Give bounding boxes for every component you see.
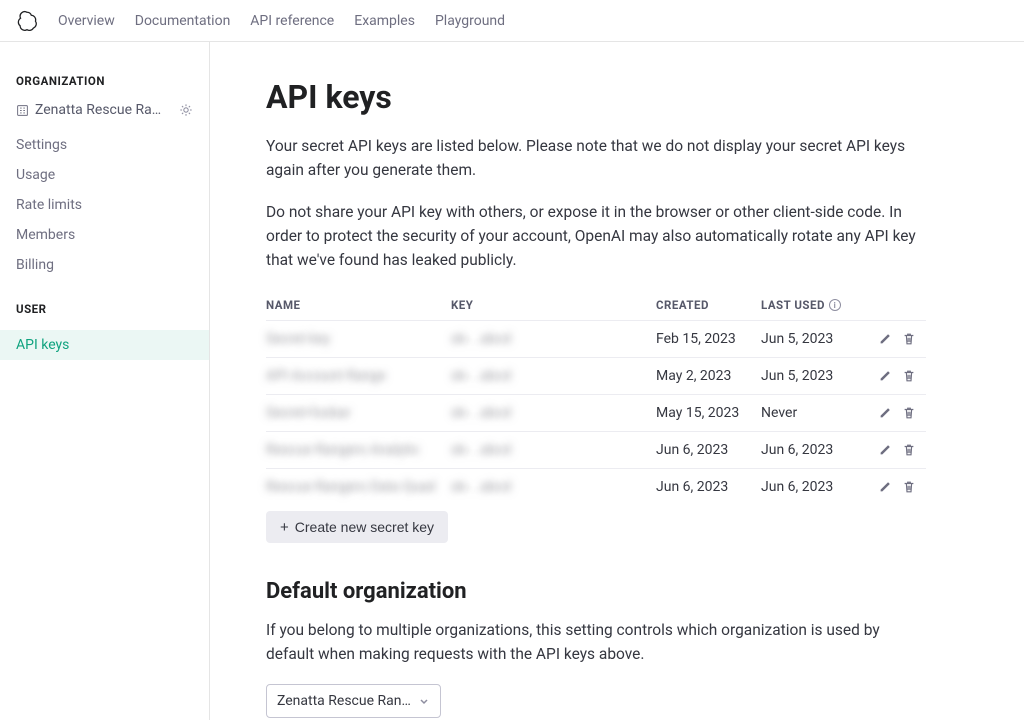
create-button-label: Create new secret key	[295, 519, 434, 535]
settings-gear-icon[interactable]	[179, 103, 193, 117]
last-used-date: Jun 6, 2023	[761, 469, 876, 506]
edit-icon[interactable]	[878, 480, 892, 494]
nav-playground[interactable]: Playground	[435, 13, 505, 29]
key-value: sk-...abcd	[451, 368, 511, 384]
th-key: KEY	[451, 290, 656, 321]
last-used-date: Jun 6, 2023	[761, 432, 876, 469]
table-row: Secret-foobar sk-...abcd May 15, 2023Never	[266, 395, 926, 432]
nav-examples[interactable]: Examples	[354, 13, 415, 29]
org-selector[interactable]: Zenatta Rescue Ran...	[0, 102, 209, 130]
sidebar: ORGANIZATION Zenatta Rescue Ran... Setti…	[0, 42, 210, 720]
sidebar-item-api-keys[interactable]: API keys	[0, 330, 209, 360]
table-row: Rescue Rangers Analytic sk-...abcd Jun 6, …	[266, 432, 926, 469]
created-date: Jun 6, 2023	[656, 469, 761, 506]
org-name: Zenatta Rescue Ran...	[35, 102, 167, 118]
info-icon[interactable]: i	[829, 299, 841, 311]
key-value: sk-...abcd	[451, 442, 511, 458]
delete-icon[interactable]	[902, 480, 916, 494]
chevron-down-icon	[418, 695, 430, 707]
table-row: Rescue Rangers Data Quad sk-...abcd Jun 6,…	[266, 469, 926, 506]
created-date: May 2, 2023	[656, 358, 761, 395]
sidebar-org-heading: ORGANIZATION	[0, 74, 209, 88]
sidebar-item-settings[interactable]: Settings	[0, 130, 209, 160]
th-name: NAME	[266, 290, 451, 321]
sidebar-item-billing[interactable]: Billing	[0, 250, 209, 280]
main-layout: ORGANIZATION Zenatta Rescue Ran... Setti…	[0, 42, 1024, 720]
key-value: sk-...abcd	[451, 479, 511, 495]
delete-icon[interactable]	[902, 332, 916, 346]
edit-icon[interactable]	[878, 369, 892, 383]
edit-icon[interactable]	[878, 406, 892, 420]
sidebar-item-members[interactable]: Members	[0, 220, 209, 250]
delete-icon[interactable]	[902, 369, 916, 383]
create-secret-key-button[interactable]: + Create new secret key	[266, 511, 448, 543]
key-value: sk-...abcd	[451, 405, 511, 421]
created-date: Feb 15, 2023	[656, 321, 761, 358]
key-name: Rescue Rangers Data Quad	[266, 479, 435, 495]
th-last-used: LAST USED i	[761, 290, 876, 321]
th-created: CREATED	[656, 290, 761, 321]
edit-icon[interactable]	[878, 443, 892, 457]
key-name: API Account Range	[266, 368, 386, 384]
main-content: API keys Your secret API keys are listed…	[210, 42, 1024, 720]
sidebar-user-heading: USER	[0, 302, 209, 316]
table-row: Secret key sk-...abcd Feb 15, 2023Jun 5, 2…	[266, 321, 926, 358]
nav-documentation[interactable]: Documentation	[135, 13, 231, 29]
openai-logo-icon	[16, 10, 38, 32]
delete-icon[interactable]	[902, 406, 916, 420]
last-used-date: Never	[761, 395, 876, 432]
created-date: Jun 6, 2023	[656, 432, 761, 469]
intro-paragraph-2: Do not share your API key with others, o…	[266, 200, 926, 272]
key-name: Secret key	[266, 331, 330, 347]
building-icon	[16, 104, 29, 117]
default-org-desc: If you belong to multiple organizations,…	[266, 618, 926, 666]
api-keys-table: NAME KEY CREATED LAST USED i Secret key s…	[266, 290, 926, 505]
key-value: sk-...abcd	[451, 331, 511, 347]
last-used-date: Jun 5, 2023	[761, 321, 876, 358]
last-used-date: Jun 5, 2023	[761, 358, 876, 395]
table-row: API Account Range sk-...abcd May 2, 2023Ju…	[266, 358, 926, 395]
page-title: API keys	[266, 78, 968, 116]
intro-paragraph-1: Your secret API keys are listed below. P…	[266, 134, 926, 182]
nav-api-reference[interactable]: API reference	[250, 13, 334, 29]
created-date: May 15, 2023	[656, 395, 761, 432]
plus-icon: +	[280, 520, 289, 535]
key-name: Rescue Rangers Analytic	[266, 442, 420, 458]
delete-icon[interactable]	[902, 443, 916, 457]
key-name: Secret-foobar	[266, 405, 351, 421]
edit-icon[interactable]	[878, 332, 892, 346]
sidebar-item-usage[interactable]: Usage	[0, 160, 209, 190]
top-nav: Overview Documentation API reference Exa…	[0, 0, 1024, 42]
select-value: Zenatta Rescue Rang...	[277, 693, 412, 709]
default-org-heading: Default organization	[266, 579, 968, 604]
default-org-select[interactable]: Zenatta Rescue Rang...	[266, 684, 441, 718]
nav-overview[interactable]: Overview	[58, 13, 115, 29]
sidebar-item-rate-limits[interactable]: Rate limits	[0, 190, 209, 220]
